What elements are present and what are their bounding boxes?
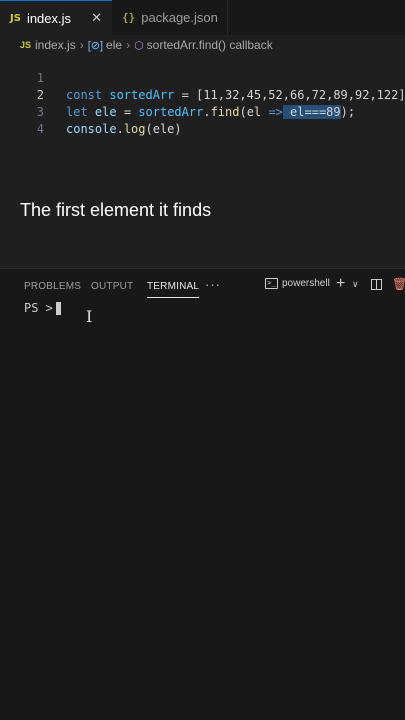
split-terminal-icon[interactable]	[371, 279, 382, 290]
variable-icon: [⊘]	[87, 39, 104, 52]
breadcrumb: JS index.js › [⊘] ele › ⬡ sortedArr.find…	[0, 35, 405, 55]
panel-tab-bar: PROBLEMS OUTPUT TERMINAL ··· >_ powershe…	[0, 269, 405, 303]
terminal-shell-selector[interactable]: >_ powershell	[265, 278, 330, 289]
breadcrumb-callback[interactable]: sortedArr.find() callback	[147, 38, 273, 52]
code-line[interactable]: 3 console.log(ele)	[0, 87, 405, 136]
breadcrumb-symbol[interactable]: ele	[106, 38, 122, 52]
terminal-icon: >_	[265, 278, 278, 289]
code-line[interactable]: 1 const sortedArr = [11,32,45,52,66,72,8…	[0, 53, 405, 102]
tab-package-json[interactable]: {} package.json	[112, 0, 228, 35]
code-editor[interactable]: 1 const sortedArr = [11,32,45,52,66,72,8…	[0, 53, 405, 268]
bottom-panel: PROBLEMS OUTPUT TERMINAL ··· >_ powershe…	[0, 268, 405, 720]
tab-index-js[interactable]: JS index.js ✕	[0, 0, 112, 35]
identifier: console	[66, 122, 117, 136]
shell-label: powershell	[282, 278, 330, 289]
more-actions-icon[interactable]: ···	[205, 277, 221, 292]
javascript-file-icon: JS	[20, 40, 32, 50]
method-cube-icon: ⬡	[134, 39, 144, 52]
chevron-right-icon: ›	[79, 38, 84, 52]
chevron-right-icon: ›	[126, 38, 131, 52]
tab-output[interactable]: OUTPUT	[91, 281, 133, 292]
javascript-file-icon: JS	[10, 12, 21, 24]
terminal-prompt[interactable]: PS >	[24, 301, 61, 315]
trash-icon[interactable]: 🗑	[392, 277, 405, 291]
tab-problems[interactable]: PROBLEMS	[24, 281, 81, 292]
method-name: log	[123, 122, 146, 136]
tab-label: index.js	[26, 10, 72, 26]
terminal-cursor	[55, 301, 61, 315]
json-file-icon: {}	[122, 11, 136, 24]
prompt-text: PS >	[24, 301, 53, 315]
code-line[interactable]: 4	[0, 104, 405, 136]
code-text: console.log(ele)	[66, 121, 182, 138]
line-number: 4	[36, 122, 44, 136]
tab-label: package.json	[141, 10, 218, 25]
video-caption: The first element it finds	[20, 200, 212, 220]
dot: .	[116, 122, 124, 136]
tab-terminal[interactable]: TERMINAL	[147, 281, 200, 298]
close-icon[interactable]: ✕	[91, 10, 102, 26]
new-terminal-icon[interactable]: +	[336, 275, 345, 293]
args: (ele)	[145, 122, 182, 136]
mouse-ibeam-cursor-icon: I	[86, 307, 93, 326]
chevron-down-icon[interactable]: ∨	[352, 279, 359, 290]
code-line[interactable]: 2 let ele = sortedArr.find(el => el===89…	[0, 70, 405, 119]
breadcrumb-file[interactable]: index.js	[35, 38, 76, 52]
editor-tab-bar: JS index.js ✕ {} package.json	[0, 0, 405, 35]
